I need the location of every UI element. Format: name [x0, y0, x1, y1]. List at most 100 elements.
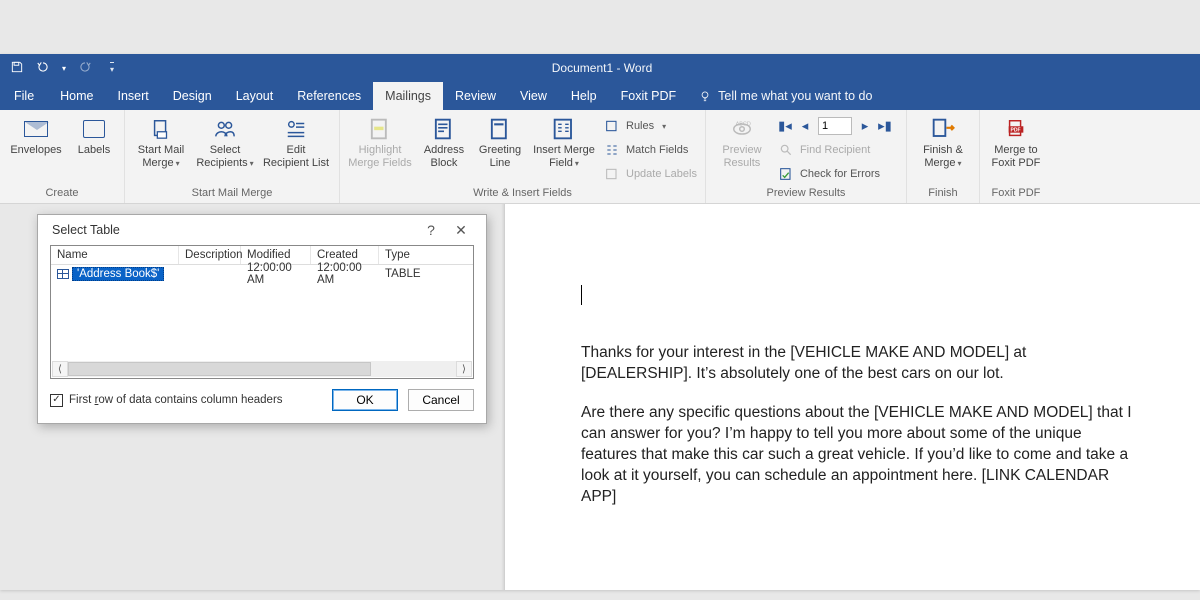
- update-labels-icon: [604, 166, 620, 182]
- svg-text:ABCD: ABCD: [736, 121, 751, 127]
- col-name[interactable]: Name: [51, 246, 179, 264]
- ok-button[interactable]: OK: [332, 389, 398, 411]
- start-mail-merge-button[interactable]: Start Mail Merge: [133, 114, 189, 169]
- row-description: [179, 273, 241, 275]
- scroll-track[interactable]: [68, 361, 456, 377]
- group-finish: Finish & Merge Finish: [907, 110, 980, 203]
- scroll-left-icon[interactable]: ⟨: [52, 361, 68, 377]
- greeting-line-button[interactable]: Greeting Line: [476, 114, 524, 169]
- row-type: TABLE: [379, 267, 473, 281]
- envelope-icon: [22, 116, 50, 142]
- svg-text:PDF: PDF: [1010, 127, 1020, 133]
- finish-merge-button[interactable]: Finish & Merge: [915, 114, 971, 169]
- match-fields-label: Match Fields: [626, 144, 688, 156]
- save-icon[interactable]: [10, 60, 24, 77]
- checkbox-icon: ✓: [50, 394, 63, 407]
- ribbon: Envelopes Labels Create Start Mail Merge…: [0, 110, 1200, 204]
- start-mail-merge-label: Start Mail Merge: [138, 144, 184, 169]
- group-preview-results: ABCD Preview Results ▮◂ ◂ ▸ ▸▮ Find Reci…: [706, 110, 907, 203]
- preview-results-button: ABCD Preview Results: [714, 114, 770, 169]
- row-name: 'Address Book$': [72, 267, 164, 281]
- document-paragraph-2: Are there any specific questions about t…: [581, 403, 1141, 508]
- select-recipients-button[interactable]: Select Recipients: [197, 114, 253, 169]
- labels-icon: [80, 116, 108, 142]
- redo-icon[interactable]: [78, 60, 92, 77]
- find-recipient-icon: [778, 142, 794, 158]
- tab-layout[interactable]: Layout: [224, 82, 286, 110]
- labels-label: Labels: [78, 144, 110, 157]
- group-write-insert-fields: Highlight Merge Fields Address Block Gre…: [340, 110, 706, 203]
- tab-review[interactable]: Review: [443, 82, 508, 110]
- tab-references[interactable]: References: [285, 82, 373, 110]
- table-row[interactable]: 'Address Book$' 12:00:00 AM 12:00:00 AM …: [51, 265, 473, 283]
- pdf-icon: PDF: [1002, 116, 1030, 142]
- address-block-button[interactable]: Address Block: [420, 114, 468, 169]
- tab-design[interactable]: Design: [161, 82, 224, 110]
- qat-customize-icon[interactable]: ▾: [110, 62, 114, 74]
- prev-record-icon[interactable]: ◂: [798, 118, 812, 134]
- preview-small-buttons: ▮◂ ◂ ▸ ▸▮ Find Recipient Check for Error…: [778, 114, 898, 184]
- match-fields-icon: [604, 142, 620, 158]
- insert-merge-field-icon: [550, 116, 578, 142]
- table-icon: [57, 269, 69, 279]
- dialog-title: Select Table: [52, 223, 416, 237]
- edit-recipient-list-label: Edit Recipient List: [263, 144, 329, 169]
- quick-access-toolbar: ▾ ▾: [0, 60, 124, 77]
- undo-icon[interactable]: [36, 60, 50, 77]
- edit-recipient-list-button[interactable]: Edit Recipient List: [261, 114, 331, 169]
- find-recipient-button: Find Recipient: [778, 140, 898, 160]
- check-for-errors-button[interactable]: Check for Errors: [778, 164, 898, 184]
- record-number-input[interactable]: [818, 117, 852, 135]
- envelopes-button[interactable]: Envelopes: [8, 114, 64, 157]
- dialog-help-button[interactable]: ?: [416, 222, 446, 238]
- update-labels-label: Update Labels: [626, 168, 697, 180]
- table-list[interactable]: Name Description Modified Created Type '…: [50, 245, 474, 379]
- match-fields-button[interactable]: Match Fields: [604, 140, 697, 160]
- horizontal-scrollbar[interactable]: ⟨ ⟩: [52, 361, 472, 377]
- merge-to-foxit-pdf-label: Merge to Foxit PDF: [992, 144, 1041, 169]
- first-row-headers-checkbox[interactable]: ✓ First row of data contains column head…: [50, 394, 322, 407]
- tab-file[interactable]: File: [0, 82, 48, 110]
- labels-button[interactable]: Labels: [72, 114, 116, 157]
- next-record-icon[interactable]: ▸: [858, 118, 872, 134]
- tab-mailings[interactable]: Mailings: [373, 82, 443, 110]
- dialog-close-button[interactable]: ✕: [446, 222, 476, 239]
- tab-foxit-pdf[interactable]: Foxit PDF: [609, 82, 689, 110]
- group-start-mail-merge: Start Mail Merge Select Recipients Edit …: [125, 110, 340, 203]
- update-labels-button: Update Labels: [604, 164, 697, 184]
- tab-view[interactable]: View: [508, 82, 559, 110]
- document-page[interactable]: Thanks for your interest in the [VEHICLE…: [505, 204, 1200, 590]
- last-record-icon[interactable]: ▸▮: [878, 118, 892, 134]
- group-create: Envelopes Labels Create: [0, 110, 125, 203]
- rules-button[interactable]: Rules▾: [604, 116, 697, 136]
- tell-me-search[interactable]: Tell me what you want to do: [688, 82, 882, 110]
- qat-dropdown-icon[interactable]: ▾: [62, 64, 66, 73]
- col-description[interactable]: Description: [179, 246, 241, 264]
- tab-insert[interactable]: Insert: [106, 82, 161, 110]
- check-errors-label: Check for Errors: [800, 168, 880, 180]
- insert-merge-field-button[interactable]: Insert Merge Field: [532, 114, 596, 169]
- merge-to-foxit-pdf-button[interactable]: PDF Merge to Foxit PDF: [988, 114, 1044, 169]
- first-record-icon[interactable]: ▮◂: [778, 118, 792, 134]
- record-navigation: ▮◂ ◂ ▸ ▸▮: [778, 116, 898, 136]
- select-table-dialog: Select Table ? ✕ Name Description Modifi…: [37, 214, 487, 424]
- envelopes-label: Envelopes: [10, 144, 61, 157]
- title-bar: ▾ ▾ Document1 - Word: [0, 54, 1200, 82]
- bulb-icon: [698, 89, 712, 103]
- scroll-right-icon[interactable]: ⟩: [456, 361, 472, 377]
- tab-home[interactable]: Home: [48, 82, 105, 110]
- document-title: Document1 - Word: [124, 61, 1080, 75]
- tab-help[interactable]: Help: [559, 82, 609, 110]
- row-modified: 12:00:00 AM: [241, 261, 311, 287]
- group-create-label: Create: [8, 185, 116, 201]
- highlight-icon: [366, 116, 394, 142]
- scroll-thumb[interactable]: [68, 362, 371, 376]
- ribbon-tabs: File Home Insert Design Layout Reference…: [0, 82, 1200, 110]
- text-cursor: [581, 285, 582, 305]
- greeting-line-icon: [486, 116, 514, 142]
- tell-me-label: Tell me what you want to do: [718, 89, 872, 103]
- col-type[interactable]: Type: [379, 246, 473, 264]
- address-block-label: Address Block: [424, 144, 464, 169]
- cancel-button[interactable]: Cancel: [408, 389, 474, 411]
- insert-merge-field-label: Insert Merge Field: [533, 144, 595, 169]
